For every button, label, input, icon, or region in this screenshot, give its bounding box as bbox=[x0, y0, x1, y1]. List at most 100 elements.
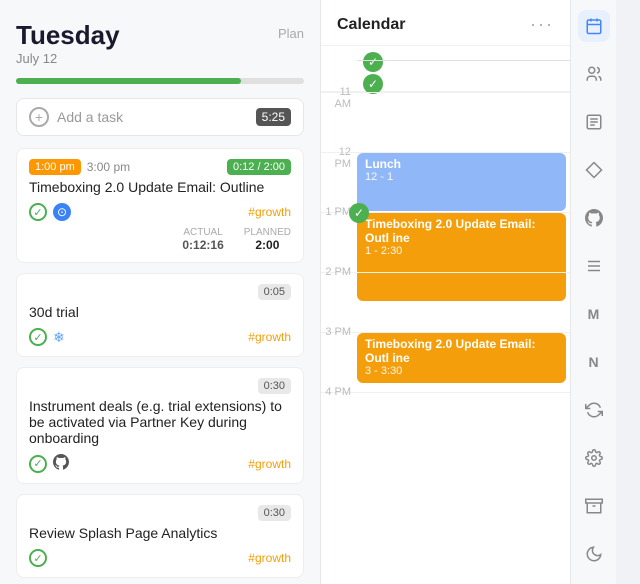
timebox2-event-time: 3 - 3:30 bbox=[365, 365, 558, 377]
task-title-1: Timeboxing 2.0 Update Email: Outline bbox=[29, 179, 291, 195]
calendar-body: ✓ ✓ 11 AM 12 PM Lunch bbox=[321, 46, 570, 584]
task-duration-1: 0:12 / 2:00 bbox=[227, 159, 291, 175]
sidebar-moon-icon[interactable] bbox=[578, 538, 610, 570]
task-footer-2: ✓ ❄ #growth bbox=[29, 328, 291, 346]
task-card-4: 0:30 Review Splash Page Analytics ✓ #gro… bbox=[16, 494, 304, 578]
task-title-4: Review Splash Page Analytics bbox=[29, 525, 291, 541]
task-icons-1: ✓ ⊙ bbox=[29, 203, 71, 221]
add-task-time: 5:25 bbox=[256, 108, 291, 126]
task-card-2: 0:05 30d trial ✓ ❄ #growth bbox=[16, 273, 304, 357]
github-icon-task bbox=[53, 454, 69, 473]
sidebar-notion-icon[interactable]: N bbox=[578, 346, 610, 378]
add-task-row[interactable]: + Add a task 5:25 bbox=[16, 98, 304, 136]
time-row-1pm: 1 PM ✓ ✓ ✓ Timeboxing 2.0 Update Email: … bbox=[321, 212, 570, 272]
day-header: Tuesday July 12 Plan bbox=[16, 20, 304, 74]
task-duration-4: 0:30 bbox=[258, 505, 291, 521]
time-slots: 11 AM 12 PM Lunch 12 - 1 1 PM bbox=[321, 92, 570, 452]
timebox1-event-time: 1 - 2:30 bbox=[365, 245, 558, 257]
day-title: Tuesday bbox=[16, 20, 120, 51]
add-task-label: Add a task bbox=[57, 109, 256, 125]
sidebar-diamond-icon[interactable] bbox=[578, 154, 610, 186]
task-title-3: Instrument deals (e.g. trial extensions)… bbox=[29, 398, 291, 446]
task-icons-3: ✓ bbox=[29, 454, 69, 473]
cal-check-lunch: ✓ bbox=[349, 203, 369, 223]
time-row-11am: 11 AM bbox=[321, 92, 570, 152]
task-card-1-header: 1:00 pm 3:00 pm 0:12 / 2:00 bbox=[29, 159, 291, 175]
sidebar-archive-icon[interactable] bbox=[578, 490, 610, 522]
cal-check-2: ✓ bbox=[363, 74, 383, 94]
planned-label-1: PLANNED bbox=[244, 227, 291, 238]
day-subtitle: July 12 bbox=[16, 51, 120, 66]
task-title-2: 30d trial bbox=[29, 304, 291, 320]
right-sidebar: M N bbox=[570, 0, 616, 584]
cal-check-row-2: ✓ bbox=[363, 74, 383, 94]
time-row-2pm: 2 PM bbox=[321, 272, 570, 332]
slot-11am bbox=[357, 93, 570, 152]
task-footer-4: ✓ #growth bbox=[29, 549, 291, 567]
snowflake-icon: ❄ bbox=[53, 329, 65, 346]
time-label-12pm: 12 PM bbox=[321, 146, 357, 170]
task-card-4-header: 0:30 bbox=[29, 505, 291, 521]
sidebar-people-icon[interactable] bbox=[578, 58, 610, 90]
time-row-4pm: 4 PM bbox=[321, 392, 570, 452]
add-task-plus-icon: + bbox=[29, 107, 49, 127]
sidebar-calendar-icon[interactable] bbox=[578, 10, 610, 42]
task-duration-2: 0:05 bbox=[258, 284, 291, 300]
cal-check-1: ✓ bbox=[363, 52, 383, 72]
actual-label-1: ACTUAL bbox=[182, 227, 223, 238]
task-time-badge-1: 1:00 pm bbox=[29, 159, 81, 175]
slot-12pm: Lunch 12 - 1 bbox=[357, 153, 570, 212]
task-icons-2: ✓ ❄ bbox=[29, 328, 65, 346]
sidebar-notes-icon[interactable] bbox=[578, 106, 610, 138]
slot-2pm bbox=[357, 273, 570, 332]
task-tag-2: #growth bbox=[248, 330, 291, 344]
progress-bar-container bbox=[16, 78, 304, 84]
task-card-2-header: 0:05 bbox=[29, 284, 291, 300]
task-time-end-1: 3:00 pm bbox=[87, 160, 130, 174]
task-check-3[interactable]: ✓ bbox=[29, 455, 47, 473]
task-check-1[interactable]: ✓ bbox=[29, 203, 47, 221]
task-check-4[interactable]: ✓ bbox=[29, 549, 47, 567]
sidebar-github-icon[interactable] bbox=[578, 202, 610, 234]
sidebar-mail-icon[interactable]: M bbox=[578, 298, 610, 330]
progress-bar-fill bbox=[16, 78, 241, 84]
lunch-event-title: Lunch bbox=[365, 157, 558, 171]
slot-4pm bbox=[357, 393, 570, 452]
calendar-title: Calendar bbox=[337, 16, 405, 34]
task-card-3-header: 0:30 bbox=[29, 378, 291, 394]
slot-3pm: Timeboxing 2.0 Update Email: Outl ine 3 … bbox=[357, 333, 570, 392]
task-card-3: 0:30 Instrument deals (e.g. trial extens… bbox=[16, 367, 304, 484]
task-check-2[interactable]: ✓ bbox=[29, 328, 47, 346]
task-tag-3: #growth bbox=[248, 457, 291, 471]
task-metrics-1: ACTUAL 0:12:16 PLANNED 2:00 bbox=[29, 227, 291, 252]
task-tag-1: #growth bbox=[248, 205, 291, 219]
cal-top-line bbox=[357, 60, 570, 61]
time-label-3pm: 3 PM bbox=[321, 326, 357, 338]
cal-event-lunch[interactable]: Lunch 12 - 1 bbox=[357, 153, 566, 211]
plan-label: Plan bbox=[278, 26, 304, 41]
task-footer-3: ✓ #growth bbox=[29, 454, 291, 473]
planned-value-1: 2:00 bbox=[244, 238, 291, 252]
sidebar-sync-icon[interactable] bbox=[578, 394, 610, 426]
task-tag-4: #growth bbox=[248, 551, 291, 565]
task-footer-1: ✓ ⊙ #growth bbox=[29, 203, 291, 221]
task-icon-blue-1: ⊙ bbox=[53, 203, 71, 221]
time-label-2pm: 2 PM bbox=[321, 266, 357, 278]
sidebar-stack-icon[interactable] bbox=[578, 250, 610, 282]
calendar-top-area: ✓ ✓ bbox=[321, 46, 570, 92]
calendar-panel: Calendar ··· ✓ ✓ 11 AM bbox=[320, 0, 570, 584]
cal-event-timebox2[interactable]: Timeboxing 2.0 Update Email: Outl ine 3 … bbox=[357, 333, 566, 383]
lunch-event-time: 12 - 1 bbox=[365, 171, 558, 183]
cal-check-group: ✓ ✓ bbox=[363, 52, 383, 94]
timebox2-event-title: Timeboxing 2.0 Update Email: Outl ine bbox=[365, 337, 558, 365]
timebox1-event-title: Timeboxing 2.0 Update Email: Outl ine bbox=[365, 217, 558, 245]
time-row-3pm: 3 PM Timeboxing 2.0 Update Email: Outl i… bbox=[321, 332, 570, 392]
time-label-4pm: 4 PM bbox=[321, 386, 357, 398]
task-card-1: 1:00 pm 3:00 pm 0:12 / 2:00 Timeboxing 2… bbox=[16, 148, 304, 263]
sidebar-settings-icon[interactable] bbox=[578, 442, 610, 474]
task-icons-4: ✓ bbox=[29, 549, 47, 567]
cal-check-row-1: ✓ bbox=[363, 52, 383, 72]
calendar-more-button[interactable]: ··· bbox=[530, 14, 554, 35]
actual-value-1: 0:12:16 bbox=[182, 238, 223, 252]
slot-1pm: ✓ ✓ ✓ Timeboxing 2.0 Update Email: Outl … bbox=[357, 213, 570, 272]
